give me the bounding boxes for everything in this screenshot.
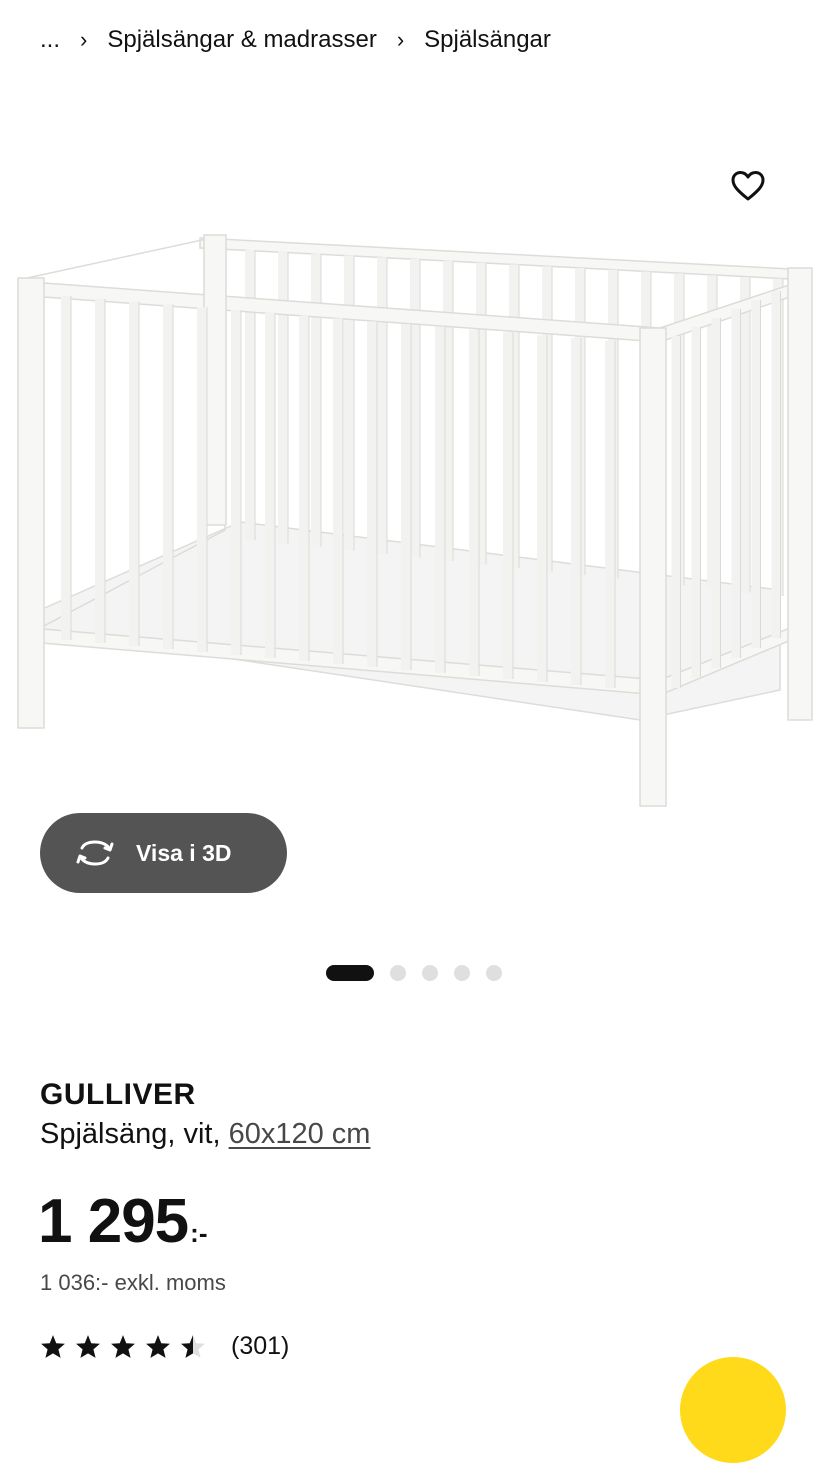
breadcrumb: ... › Spjälsängar & madrasser › Spjälsän… (40, 22, 551, 58)
crib-illustration (17, 234, 813, 807)
product-description: Spjälsäng, vit, 60x120 cm (40, 1118, 370, 1151)
review-count: (301) (231, 1332, 290, 1360)
price-amount: 1 295 (38, 1187, 189, 1256)
floating-action-button[interactable] (680, 1357, 786, 1463)
carousel-dot-4[interactable] (454, 965, 470, 981)
price-excl-vat: 1 036:- exkl. moms (40, 1270, 226, 1295)
heart-outline-icon (731, 171, 765, 201)
view-in-3d-button[interactable]: Visa i 3D (40, 813, 287, 893)
carousel-dot-5[interactable] (486, 965, 502, 981)
chevron-right-icon: › (396, 27, 405, 52)
product-name: GULLIVER (40, 1078, 196, 1111)
chevron-right-icon: › (80, 27, 88, 52)
breadcrumb-ellipsis[interactable]: ... (40, 26, 60, 54)
product-size-link[interactable]: 60x120 cm (229, 1118, 371, 1150)
rotate-3d-icon (76, 840, 114, 866)
product-price: 1 295 :- (38, 1186, 207, 1257)
carousel-dot-2[interactable] (390, 965, 406, 981)
product-image[interactable] (0, 150, 828, 830)
carousel-indicator (326, 964, 518, 982)
price-suffix: :- (190, 1218, 208, 1248)
breadcrumb-item-cribs[interactable]: Spjälsängar (424, 26, 551, 54)
rating-stars (40, 1334, 215, 1359)
favorite-button[interactable] (722, 160, 774, 212)
carousel-dot-1[interactable] (326, 965, 374, 981)
star-full-icon (146, 1335, 170, 1358)
carousel-dot-3[interactable] (422, 965, 438, 981)
star-full-icon (41, 1335, 65, 1358)
star-full-icon (76, 1335, 100, 1358)
view-in-3d-label: Visa i 3D (136, 839, 232, 866)
star-half-icon (181, 1335, 205, 1358)
star-full-icon (111, 1335, 135, 1358)
product-rating[interactable]: (301) (40, 1332, 289, 1361)
breadcrumb-item-cribs-mattresses[interactable]: Spjälsängar & madrasser (107, 26, 376, 54)
product-type: Spjälsäng, vit, (40, 1118, 229, 1150)
